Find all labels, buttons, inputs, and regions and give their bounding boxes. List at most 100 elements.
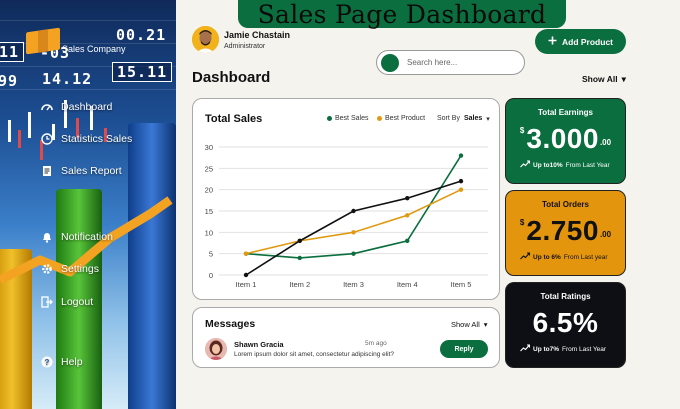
sidebar: 11 -03 00.21 99 14.12 15.11 Sales Compan… bbox=[0, 0, 176, 409]
stat-label: Total Ratings bbox=[540, 292, 591, 301]
data-point bbox=[458, 178, 464, 184]
stat-change: Up to7% From Last Year bbox=[520, 344, 606, 354]
legend-label: Best Sales bbox=[335, 115, 369, 122]
messages-title: Messages bbox=[205, 318, 256, 330]
caret-down-icon: ▾ bbox=[483, 320, 488, 329]
data-point bbox=[405, 213, 410, 218]
sidebar-item-logout[interactable]: Logout bbox=[40, 295, 93, 308]
legend-label: Best Product bbox=[385, 115, 426, 122]
user-name: Jamie Chastain bbox=[224, 30, 291, 40]
data-point bbox=[243, 251, 249, 256]
sort-by-dropdown[interactable]: Sort By Sales ▾ bbox=[437, 115, 490, 123]
stat-label: Total Earnings bbox=[538, 108, 593, 117]
x-tick-label: Item 3 bbox=[343, 280, 364, 289]
sidebar-item-label: Help bbox=[61, 355, 83, 368]
data-point bbox=[243, 272, 249, 278]
page-title-banner: Sales Page Dashboard bbox=[238, 0, 566, 29]
legend-item-best-product: Best Product bbox=[377, 115, 425, 122]
ticker-value: 11 bbox=[0, 42, 25, 62]
add-product-button[interactable]: Add Product bbox=[535, 29, 626, 54]
y-tick-label: 0 bbox=[209, 271, 213, 280]
show-all-label: Show All bbox=[582, 74, 618, 84]
data-point bbox=[351, 251, 356, 256]
sidebar-item-label: Dashboard bbox=[61, 100, 113, 113]
stat-change: Up to 6% From Last year bbox=[520, 252, 608, 262]
ticker-value: 14.12 bbox=[42, 70, 93, 88]
sidebar-item-label: Logout bbox=[61, 295, 94, 308]
legend-dot-icon bbox=[327, 116, 332, 121]
data-point bbox=[351, 208, 356, 214]
total-ratings-card: Total Ratings 6.5% Up to7% From Last Yea… bbox=[505, 282, 626, 368]
stat-change-suffix: From Last Year bbox=[562, 345, 607, 353]
plus-icon bbox=[548, 36, 557, 47]
data-point bbox=[351, 230, 356, 235]
stat-change: Up to10% From Last Year bbox=[520, 160, 610, 170]
series-line-0 bbox=[245, 155, 462, 259]
avatar[interactable] bbox=[192, 26, 219, 53]
speedometer-icon bbox=[40, 100, 53, 113]
sidebar-item-settings[interactable]: Settings bbox=[40, 262, 99, 275]
total-sales-line-chart: 0 5 10 15 20 25 30 Item 1 Item 2 Item 3 Item 4 Item… bbox=[205, 143, 488, 289]
x-tick-label: Item 2 bbox=[289, 280, 310, 289]
currency-symbol: $ bbox=[519, 126, 525, 135]
ticker-value: 00.21 bbox=[116, 26, 167, 44]
trend-up-icon bbox=[520, 252, 531, 262]
stat-amount: 2.750 bbox=[526, 215, 599, 246]
reply-button[interactable]: Reply bbox=[440, 340, 488, 358]
message-avatar[interactable] bbox=[205, 338, 227, 360]
stat-cents: .00 bbox=[599, 230, 612, 239]
stat-change-value: Up to7% bbox=[533, 345, 559, 353]
search-icon bbox=[381, 53, 399, 72]
trend-up-icon bbox=[520, 160, 531, 170]
search-input[interactable] bbox=[407, 58, 517, 67]
company-name: Sales Company bbox=[62, 44, 126, 54]
sidebar-item-statistics-sales[interactable]: Statistics Sales bbox=[40, 132, 132, 145]
clock-icon bbox=[40, 132, 53, 145]
ticker-value: 15.11 bbox=[112, 62, 173, 82]
search-bar[interactable] bbox=[376, 50, 525, 75]
y-tick-label: 15 bbox=[205, 207, 213, 216]
sidebar-item-label: Statistics Sales bbox=[61, 132, 133, 145]
user-portrait-icon bbox=[205, 338, 227, 360]
message-sender: Shawn Gracia bbox=[234, 340, 284, 349]
sort-by-label: Sort By bbox=[437, 115, 460, 122]
currency-symbol: $ bbox=[519, 218, 525, 227]
stat-value: $ 2.750 .00 bbox=[506, 215, 625, 247]
show-all-dropdown[interactable]: Show All ▾ bbox=[582, 74, 626, 85]
sidebar-item-notification[interactable]: Notification bbox=[40, 230, 113, 243]
legend-dot-icon bbox=[377, 116, 382, 121]
sidebar-item-sales-report[interactable]: Sales Report bbox=[40, 164, 122, 177]
stat-change-suffix: From Last year bbox=[563, 253, 608, 261]
sort-by-value: Sales bbox=[463, 115, 483, 122]
y-tick-label: 30 bbox=[205, 143, 213, 152]
legend-item-best-sales: Best Sales bbox=[327, 115, 368, 122]
total-sales-card: Total Sales Best Sales Best Product Sort… bbox=[192, 98, 500, 300]
series-line-2 bbox=[245, 180, 462, 276]
stat-label: Total Orders bbox=[542, 200, 589, 209]
x-tick-label: Item 4 bbox=[397, 280, 418, 289]
dashboard-heading: Dashboard bbox=[192, 69, 271, 86]
stat-change-suffix: From Last Year bbox=[565, 161, 610, 169]
stat-amount: 3.000 bbox=[526, 123, 599, 154]
total-earnings-card: Total Earnings $ 3.000 .00 Up to10% From… bbox=[505, 98, 626, 184]
data-point bbox=[458, 187, 464, 192]
sidebar-item-dashboard[interactable]: Dashboard bbox=[40, 100, 112, 113]
stat-cents: .00 bbox=[599, 138, 612, 147]
data-point bbox=[405, 196, 410, 201]
y-tick-label: 5 bbox=[209, 250, 213, 259]
sidebar-item-label: Sales Report bbox=[61, 164, 122, 177]
caret-down-icon: ▾ bbox=[486, 116, 490, 123]
data-point bbox=[297, 255, 302, 261]
total-sales-title: Total Sales bbox=[205, 113, 263, 125]
data-point bbox=[405, 238, 410, 244]
message-timestamp: 5m ago bbox=[365, 340, 387, 347]
y-tick-label: 20 bbox=[205, 186, 213, 195]
sidebar-item-help[interactable]: ? Help bbox=[40, 355, 83, 368]
trend-up-icon bbox=[520, 344, 531, 354]
document-icon bbox=[40, 164, 53, 177]
messages-show-all-dropdown[interactable]: Show All ▾ bbox=[451, 320, 488, 329]
message-preview: Lorem ipsum dolor sit amet, consectetur … bbox=[234, 351, 395, 358]
data-point bbox=[458, 153, 464, 158]
user-portrait-icon bbox=[192, 26, 219, 53]
caret-down-icon: ▾ bbox=[621, 74, 626, 84]
